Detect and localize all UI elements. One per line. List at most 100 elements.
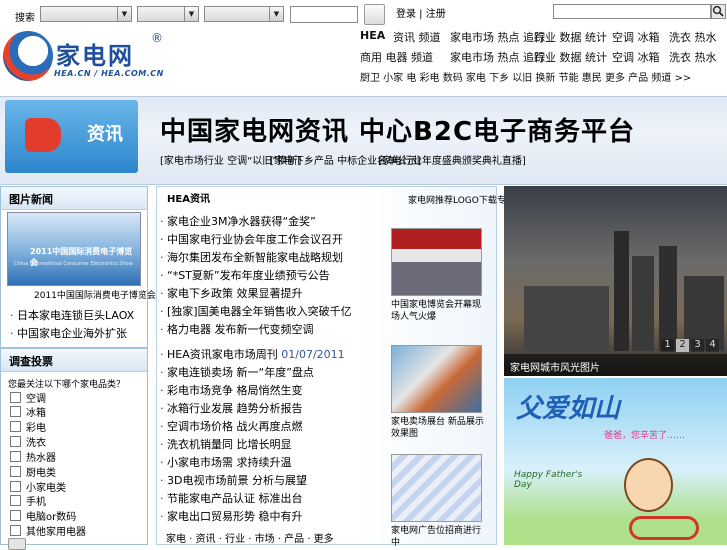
site-search-input[interactable]	[553, 4, 711, 19]
news-item-text: 3D电视市场前景 分析与展望	[167, 474, 307, 487]
news-item-text: 洗衣机销量同 比增长明显	[167, 438, 292, 451]
news-item-text: 格力电器 发布新一代变频空调	[167, 323, 314, 336]
checkbox[interactable]	[10, 495, 21, 506]
news-item[interactable]: · HEA资讯家电市场周刊 01/07/2011	[160, 346, 345, 362]
logo-download-link[interactable]: 家电网推荐LOGO下载专区	[408, 193, 515, 206]
nav-item-washer-2[interactable]: 洗衣 热水	[669, 49, 717, 65]
subcategory-select[interactable]: ▼	[137, 6, 199, 22]
list-item[interactable]: · 日本家电连锁巨头LAOX	[10, 307, 134, 323]
news-item[interactable]: · 海尔集团发布全新智能家电战略规划	[160, 249, 343, 265]
fathers-day-ad[interactable]: 父爱如山 爸爸，您辛苦了…… Happy Father's Day	[504, 378, 727, 545]
nav-row-more[interactable]: 厨卫 小家 电 彩电 数码 家电 下乡 以旧 换新 节能 惠民 更多 产品 频道…	[360, 69, 691, 84]
checkbox[interactable]	[10, 481, 21, 492]
news-item[interactable]: · 家电出口贸易形势 稳中有升	[160, 508, 303, 524]
city-skyline	[632, 256, 654, 351]
logo-icon[interactable]	[3, 31, 53, 81]
survey-option: 热水器	[26, 453, 56, 464]
news-item[interactable]: · 3D电视市场前景 分析与展望	[160, 472, 307, 488]
news-item[interactable]: · 空调市场价格 战火再度点燃	[160, 418, 303, 434]
nav-item-hea[interactable]: HEA	[360, 29, 385, 42]
thumbnail-caption[interactable]: 家电卖场展台 新品展示效果图	[391, 416, 489, 440]
megaphone-badge: 资讯	[5, 100, 138, 173]
panel-title: 图片新闻	[9, 193, 53, 206]
checkbox[interactable]	[10, 466, 21, 477]
city-skyline	[659, 246, 677, 351]
news-item[interactable]: · 家电企业3M净水器获得“金奖”	[160, 213, 316, 229]
banner-title: 中国家电网资讯 中心B2C电子商务平台	[160, 117, 636, 147]
expo-caption[interactable]: 2011中国国际消费电子博览会	[34, 288, 156, 301]
nav-item-ac[interactable]: 空调 冰箱	[612, 29, 660, 45]
nav-item-ac-2[interactable]: 空调 冰箱	[612, 49, 660, 65]
news-item[interactable]: · [独家]国美电器全年销售收入突破千亿	[160, 303, 352, 319]
thumbnail-image[interactable]	[391, 345, 482, 413]
checkbox[interactable]	[10, 451, 21, 462]
nav-item-washer[interactable]: 洗衣 热水	[669, 29, 717, 45]
survey-option: 彩电	[26, 423, 46, 434]
list-item[interactable]: · 中国家电企业海外扩张	[10, 325, 127, 341]
chevron-down-icon: ▼	[117, 7, 131, 21]
nav-item-stats-2[interactable]: 行业 数据 统计	[534, 49, 607, 65]
checkbox[interactable]	[10, 421, 21, 432]
news-item[interactable]: · “*ST夏新”发布年度业绩预亏公告	[160, 267, 330, 283]
banner-link-3[interactable]: [家电行业年度盛典颁奖典礼直播]	[378, 152, 526, 167]
news-item[interactable]: · 小家电市场需 求持续升温	[160, 454, 292, 470]
nav-item-news[interactable]: 资讯 频道	[393, 29, 441, 45]
news-item[interactable]: · 格力电器 发布新一代变频空调	[160, 321, 314, 337]
category-select[interactable]: ▼	[40, 6, 132, 22]
news-item-text: 小家电市场需 求持续升温	[167, 456, 292, 469]
survey-option: 手机	[26, 497, 46, 508]
checkbox[interactable]	[10, 436, 21, 447]
news-item[interactable]: · 冰箱行业发展 趋势分析报告	[160, 400, 303, 416]
thumbnail-caption[interactable]: 家电网广告位招商进行中	[391, 525, 489, 549]
news-item-text: [独家]国美电器全年销售收入突破千亿	[167, 305, 352, 318]
logo-name[interactable]: 家电网	[56, 36, 134, 71]
news-item[interactable]: · 节能家电产品认证 标准出台	[160, 490, 303, 506]
checkbox[interactable]	[10, 525, 21, 536]
ad-card: Happy Father's Day	[514, 470, 583, 490]
pager-4[interactable]: 4	[706, 339, 719, 352]
survey-option: 洗衣	[26, 438, 46, 449]
panel-header: 图片新闻	[1, 187, 147, 210]
vote-button[interactable]	[8, 538, 26, 550]
news-item-text: 冰箱行业发展 趋势分析报告	[167, 402, 303, 415]
pager-3[interactable]: 3	[691, 339, 704, 352]
checkbox[interactable]	[10, 406, 21, 417]
thumbnail-caption-text: 家电卖场展台 新品展示效果图	[391, 417, 484, 439]
brand-select[interactable]: ▼	[204, 6, 284, 22]
news-footer-links[interactable]: 家电 · 资讯 · 行业 · 市场 · 产品 · 更多	[166, 530, 334, 545]
family-illustration	[624, 458, 673, 512]
news-item-text: 家电下乡政策 效果显著提升	[167, 287, 303, 300]
thumbnail-caption[interactable]: 中国家电博览会开幕现场人气火爆	[391, 299, 489, 323]
nav-item-stats[interactable]: 行业 数据 统计	[534, 29, 607, 45]
thumbnail-image[interactable]	[391, 228, 482, 296]
news-item[interactable]: · 彩电市场竞争 格局悄然生变	[160, 382, 303, 398]
nav-item-commercial[interactable]: 商用 电器 频道	[360, 49, 433, 65]
survey-option: 小家电类	[26, 483, 66, 494]
news-panel-title: HEA资讯	[167, 194, 210, 205]
city-slideshow[interactable]: 1 2 3 4 家电网城市风光图片	[504, 186, 727, 376]
slide-caption[interactable]: 家电网城市风光图片	[510, 359, 600, 374]
checkbox[interactable]	[10, 392, 21, 403]
pager-1[interactable]: 1	[661, 339, 674, 352]
news-item[interactable]: · 中国家电行业协会年度工作会议召开	[160, 231, 343, 247]
search-button[interactable]	[364, 4, 385, 25]
search-icon[interactable]	[711, 4, 726, 19]
login-links[interactable]: 登录 | 注册	[396, 5, 446, 20]
news-item[interactable]: · 家电连锁卖场 新一“年度”盘点	[160, 364, 314, 380]
list-item-text: 日本家电连锁巨头LAOX	[17, 309, 135, 322]
nav-item-market[interactable]: 家电市场 热点 追踪	[450, 29, 545, 45]
expo-image[interactable]: 2011中国国际消费电子博览会 China International Cons…	[7, 212, 141, 286]
keyword-input[interactable]	[290, 6, 358, 23]
news-item[interactable]: · 家电下乡政策 效果显著提升	[160, 285, 303, 301]
news-item-text: HEA资讯家电市场周刊	[167, 348, 278, 361]
thumbnail-image[interactable]	[391, 454, 482, 522]
survey-option: 电脑or数码	[26, 512, 77, 523]
nav-item-market-2[interactable]: 家电市场 热点 追踪	[450, 49, 545, 65]
pager-2[interactable]: 2	[676, 339, 689, 352]
search-label: 搜索	[15, 13, 35, 24]
news-item-text: 海尔集团发布全新智能家电战略规划	[167, 251, 343, 264]
news-item[interactable]: · 洗衣机销量同 比增长明显	[160, 436, 292, 452]
survey-question: 您最关注以下哪个家电品类？	[8, 380, 126, 390]
news-item-text: 家电出口贸易形势 稳中有升	[167, 510, 303, 523]
checkbox[interactable]	[10, 510, 21, 521]
